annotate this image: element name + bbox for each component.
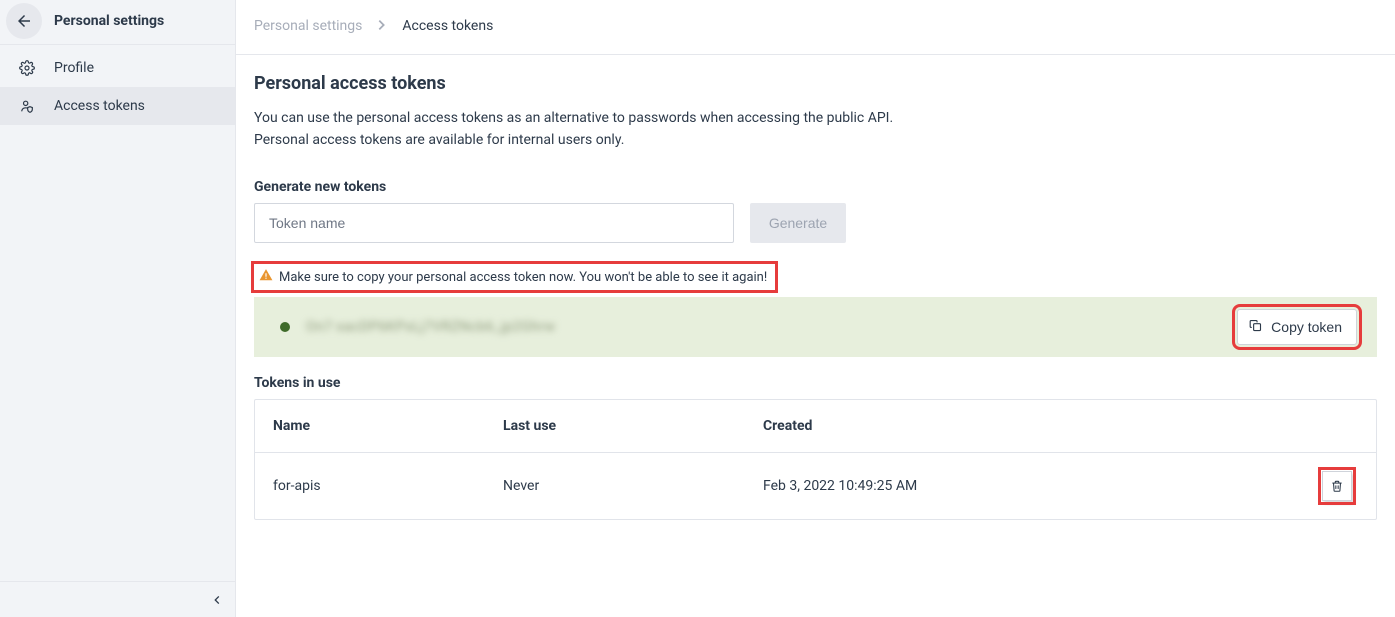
main-content: Personal settings Access tokens Personal…	[236, 0, 1395, 617]
sidebar-item-label: Access tokens	[54, 98, 145, 114]
gear-icon	[18, 59, 36, 77]
sidebar-item-label: Profile	[54, 60, 94, 76]
generate-button[interactable]: Generate	[750, 203, 846, 243]
cell-created: Feb 3, 2022 10:49:25 AM	[763, 478, 1288, 494]
copy-token-label: Copy token	[1271, 319, 1342, 335]
page-title: Personal access tokens	[254, 73, 1377, 94]
sidebar-header: Personal settings	[0, 0, 235, 45]
chevron-left-icon	[209, 592, 225, 608]
table-row: for-apis Never Feb 3, 2022 10:49:25 AM	[255, 453, 1376, 519]
sidebar-title: Personal settings	[54, 13, 164, 29]
delete-token-button[interactable]	[1322, 471, 1352, 501]
generate-row: Generate	[254, 203, 1377, 243]
breadcrumb-current: Access tokens	[402, 18, 493, 34]
user-shield-icon	[18, 97, 36, 115]
breadcrumb: Personal settings Access tokens	[236, 0, 1395, 55]
col-last-use: Last use	[503, 418, 763, 434]
sidebar-nav: Profile Access tokens	[0, 45, 235, 125]
copy-token-button[interactable]: Copy token	[1237, 309, 1357, 345]
cell-last-use: Never	[503, 478, 763, 494]
generate-section-label: Generate new tokens	[254, 179, 1377, 195]
col-created: Created	[763, 418, 1288, 434]
token-name-input[interactable]	[254, 203, 734, 243]
cell-name: for-apis	[273, 478, 503, 494]
copy-icon	[1248, 318, 1263, 336]
sidebar-item-access-tokens[interactable]: Access tokens	[0, 87, 235, 125]
page-description: You can use the personal access tokens a…	[254, 108, 1377, 151]
tokens-table: Name Last use Created for-apis Never Feb…	[254, 399, 1377, 520]
chevron-right-icon	[378, 18, 386, 34]
description-line-2: Personal access tokens are available for…	[254, 132, 624, 148]
page-content: Personal access tokens You can use the p…	[236, 55, 1395, 538]
cell-actions	[1288, 471, 1358, 501]
arrow-left-icon	[15, 12, 33, 30]
breadcrumb-root[interactable]: Personal settings	[254, 18, 362, 34]
copy-warning: Make sure to copy your personal access t…	[251, 261, 778, 293]
back-button[interactable]	[6, 3, 42, 39]
sidebar-item-profile[interactable]: Profile	[0, 49, 235, 87]
table-header: Name Last use Created	[255, 400, 1376, 453]
col-name: Name	[273, 418, 503, 434]
new-token-banner: On7·xacDP6KPxLj7VRZNcb6_jp2Ghrw Copy tok…	[254, 297, 1377, 357]
warning-text: Make sure to copy your personal access t…	[279, 270, 767, 285]
sidebar: Personal settings Profile Access tokens	[0, 0, 236, 617]
warning-icon	[259, 268, 273, 286]
sidebar-collapse-button[interactable]	[0, 581, 235, 617]
token-value-blurred: On7·xacDP6KPxLj7VRZNcb6_jp2Ghrw	[306, 319, 555, 335]
description-line-1: You can use the personal access tokens a…	[254, 110, 893, 126]
trash-icon	[1330, 479, 1344, 493]
tokens-in-use-label: Tokens in use	[254, 375, 1377, 391]
status-dot-icon	[280, 322, 290, 332]
